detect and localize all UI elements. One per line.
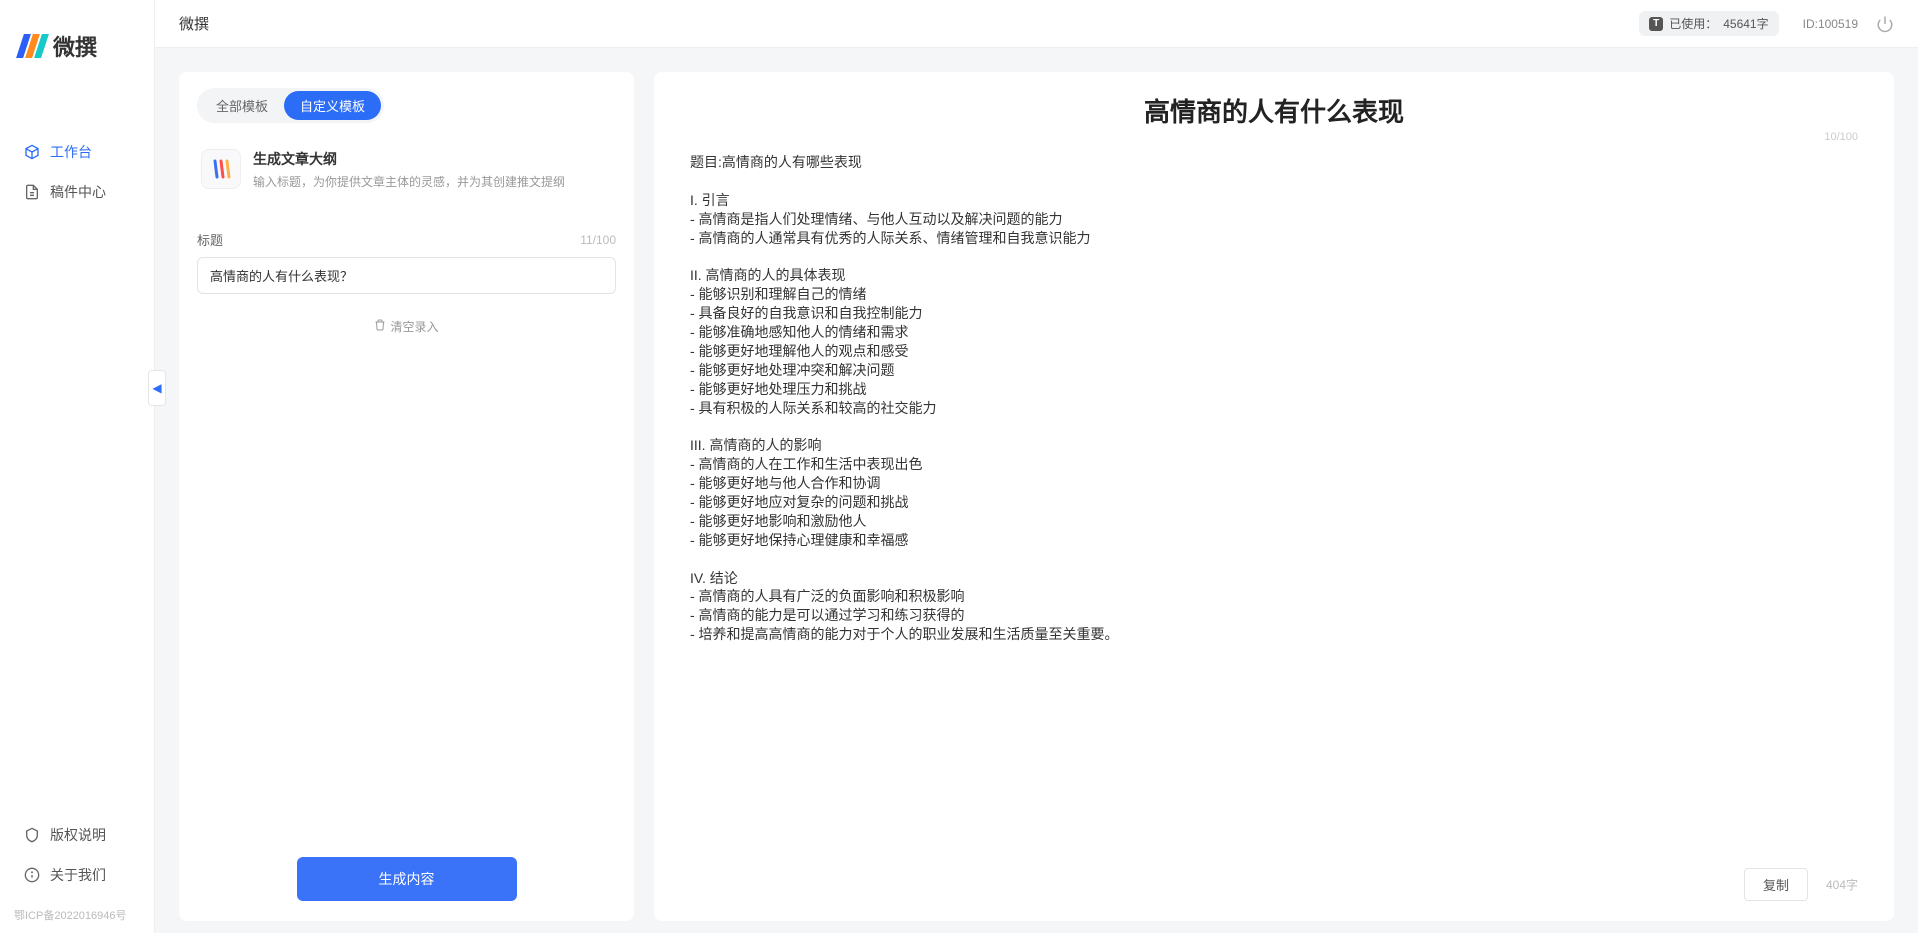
nav-item-copyright[interactable]: 版权说明 xyxy=(0,815,154,855)
nav-item-workspace[interactable]: 工作台 xyxy=(0,132,154,172)
panel-right: 高情商的人有什么表现 10/100 题目:高情商的人有哪些表现 I. 引言 - … xyxy=(654,72,1894,921)
icp-text: 鄂ICP备2022016946号 xyxy=(0,907,154,933)
usage-value: 45641字 xyxy=(1723,15,1768,32)
copy-button[interactable]: 复制 xyxy=(1744,868,1808,901)
tabs: 全部模板 自定义模板 xyxy=(197,88,384,123)
nav: 工作台 稿件中心 xyxy=(0,82,154,815)
panel-left: 全部模板 自定义模板 生成文章大纲 输入标题，为你提供文章主体的灵感，并为其创建… xyxy=(179,72,634,921)
document-icon xyxy=(24,184,40,200)
info-icon xyxy=(24,867,40,883)
nav-item-about[interactable]: 关于我们 xyxy=(0,855,154,895)
template-card: 生成文章大纲 输入标题，为你提供文章主体的灵感，并为其创建推文提纲 xyxy=(197,141,616,206)
document-title[interactable]: 高情商的人有什么表现 xyxy=(690,92,1858,129)
usage-prefix: 已使用： xyxy=(1669,15,1717,32)
nav-label: 稿件中心 xyxy=(50,182,106,202)
text-badge-icon: T xyxy=(1649,17,1663,31)
nav-label: 版权说明 xyxy=(50,825,106,845)
generate-button[interactable]: 生成内容 xyxy=(297,857,517,901)
clear-input-button[interactable]: 清空录入 xyxy=(197,318,616,335)
usage-pill[interactable]: T 已使用： 45641字 xyxy=(1639,11,1778,36)
main: 微撰 T 已使用： 45641字 ID:100519 全部模板 自定义模板 xyxy=(155,0,1918,933)
trash-icon xyxy=(374,319,386,334)
chevron-left-icon: ◀ xyxy=(152,381,161,395)
sidebar: 微撰 工作台 稿件中心 版权说明 xyxy=(0,0,155,933)
user-id: ID:100519 xyxy=(1803,17,1858,31)
tab-all-templates[interactable]: 全部模板 xyxy=(200,91,284,120)
nav-bottom: 版权说明 关于我们 xyxy=(0,815,154,907)
logo: 微撰 xyxy=(0,0,154,82)
template-title: 生成文章大纲 xyxy=(253,149,565,169)
nav-label: 工作台 xyxy=(50,142,92,162)
shield-icon xyxy=(24,827,40,843)
title-input[interactable] xyxy=(197,257,616,294)
tab-custom-template[interactable]: 自定义模板 xyxy=(284,91,381,120)
sidebar-collapse-button[interactable]: ◀ xyxy=(148,370,166,406)
doc-title-count: 10/100 xyxy=(1824,131,1858,143)
cube-icon xyxy=(24,144,40,160)
template-desc: 输入标题，为你提供文章主体的灵感，并为其创建推文提纲 xyxy=(253,173,565,190)
nav-label: 关于我们 xyxy=(50,865,106,885)
nav-item-drafts[interactable]: 稿件中心 xyxy=(0,172,154,212)
clear-label: 清空录入 xyxy=(390,318,438,335)
template-icon xyxy=(201,149,241,189)
logo-text: 微撰 xyxy=(53,30,97,62)
document-body[interactable]: 题目:高情商的人有哪些表现 I. 引言 - 高情商是指人们处理情绪、与他人互动以… xyxy=(690,153,1858,856)
topbar: 微撰 T 已使用： 45641字 ID:100519 xyxy=(155,0,1918,48)
content: 全部模板 自定义模板 生成文章大纲 输入标题，为你提供文章主体的灵感，并为其创建… xyxy=(155,48,1918,933)
title-field-label: 标题 xyxy=(197,230,223,249)
power-icon[interactable] xyxy=(1876,15,1894,33)
page-title: 微撰 xyxy=(179,13,209,34)
title-char-count: 11/100 xyxy=(580,233,616,247)
word-count: 404字 xyxy=(1826,876,1858,893)
logo-icon xyxy=(20,34,45,58)
